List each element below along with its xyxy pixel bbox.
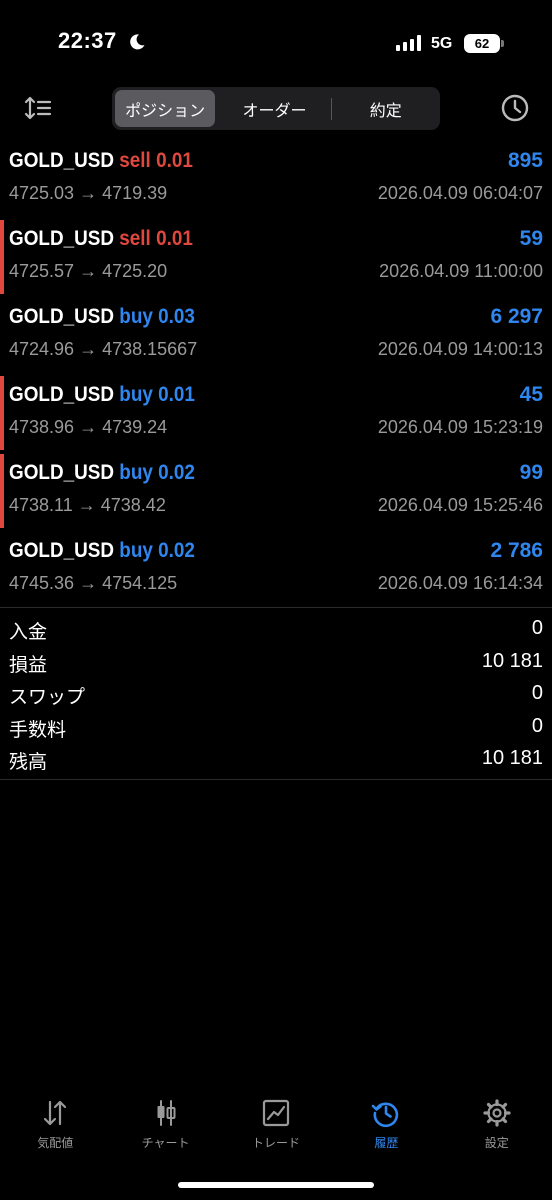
deal-symbol: GOLD_USD buy 0.01 — [9, 383, 195, 406]
tab-positions[interactable]: ポジション — [115, 90, 216, 127]
deal-volume: 0.01 — [158, 383, 195, 406]
summary-row-profit: 損益 10 181 — [0, 647, 552, 680]
summary-value: 0 — [531, 714, 543, 737]
history-icon — [372, 1102, 399, 1128]
deal-prices: 4738.96 → 4739.24 — [9, 417, 168, 437]
status-time: 22:37 — [58, 28, 117, 53]
chart-candles-icon — [157, 1100, 176, 1126]
signal-icon — [396, 35, 421, 51]
trade-icon — [262, 1099, 290, 1127]
nav-label: 履歴 — [374, 1136, 399, 1150]
deal-side: buy — [119, 539, 153, 562]
deal-row[interactable]: GOLD_USD buy 0.02 99 4738.11 → 4738.42 2… — [0, 452, 552, 530]
summary-row-commission: 手数料 0 — [0, 712, 552, 745]
deal-volume: 0.02 — [158, 539, 195, 562]
deal-time: 2026.04.09 06:04:07 — [377, 183, 543, 203]
summary-panel: 入金 0 損益 10 181 スワップ 0 手数料 0 残高 10 181 — [0, 614, 552, 777]
summary-label: 入金 — [9, 621, 48, 643]
deal-volume: 0.01 — [156, 149, 193, 172]
summary-row-swap: スワップ 0 — [0, 679, 552, 712]
deal-profit: 6 297 — [490, 305, 543, 328]
quotes-icon — [44, 1100, 67, 1126]
deal-symbol: GOLD_USD buy 0.03 — [9, 305, 195, 328]
network-label: 5G — [431, 35, 453, 52]
settings-icon — [483, 1099, 511, 1127]
deal-list: GOLD_USD sell 0.01 895 4725.03 → 4719.39… — [0, 140, 552, 608]
summary-value: 10 181 — [481, 747, 543, 769]
summary-label: 残高 — [9, 751, 48, 773]
summary-value: 0 — [531, 617, 543, 639]
deal-profit: 2 786 — [490, 539, 543, 562]
deal-marker — [0, 220, 4, 294]
nav-history[interactable]: 履歴 — [331, 1090, 441, 1160]
deal-row[interactable]: GOLD_USD sell 0.01 895 4725.03 → 4719.39… — [0, 140, 552, 218]
nav-settings[interactable]: 設定 — [442, 1090, 552, 1160]
deal-prices: 4745.36 → 4754.125 — [9, 573, 178, 593]
deal-time: 2026.04.09 14:00:13 — [377, 339, 543, 359]
summary-label: 手数料 — [9, 718, 67, 741]
deal-prices: 4724.96 → 4738.15667 — [9, 339, 198, 359]
summary-label: 損益 — [9, 653, 48, 676]
period-clock-icon[interactable] — [500, 93, 530, 123]
deal-symbol: GOLD_USD sell 0.01 — [9, 227, 193, 250]
deal-row[interactable]: GOLD_USD buy 0.03 6 297 4724.96 → 4738.1… — [0, 296, 552, 374]
deal-profit: 45 — [519, 383, 543, 406]
deal-marker — [0, 376, 4, 450]
nav-label: トレード — [251, 1136, 300, 1150]
deal-prices: 4738.11 → 4738.42 — [9, 495, 166, 515]
summary-row-balance: 残高 10 181 — [0, 744, 552, 777]
home-indicator — [178, 1182, 374, 1188]
summary-label: スワップ — [9, 686, 86, 708]
nav-label: 気配値 — [37, 1136, 74, 1150]
nav-quotes[interactable]: 気配値 — [0, 1090, 110, 1160]
deal-profit: 59 — [519, 227, 543, 250]
nav-label: チャート — [141, 1136, 190, 1150]
deal-time: 2026.04.09 15:23:19 — [377, 417, 543, 437]
nav-chart[interactable]: チャート — [110, 1090, 220, 1160]
summary-divider-bottom — [0, 779, 552, 780]
deal-side: buy — [119, 383, 153, 406]
deal-row[interactable]: GOLD_USD buy 0.01 45 4738.96 → 4739.24 2… — [0, 374, 552, 452]
deal-symbol: GOLD_USD sell 0.01 — [9, 149, 193, 172]
deal-row[interactable]: GOLD_USD buy 0.02 2 786 4745.36 → 4754.1… — [0, 530, 552, 608]
tab-deals[interactable]: 約定 — [335, 90, 437, 127]
deal-marker — [0, 454, 4, 528]
deal-prices: 4725.03 → 4719.39 — [9, 183, 168, 203]
tab-divider — [330, 97, 332, 120]
bottom-nav: 気配値 チャート トレード 履歴 設定 — [0, 1090, 552, 1160]
deal-side: sell — [119, 149, 151, 172]
deal-row[interactable]: GOLD_USD sell 0.01 59 4725.57 → 4725.20 … — [0, 218, 552, 296]
deal-profit: 895 — [507, 149, 543, 172]
deal-volume: 0.02 — [158, 461, 195, 484]
moon-icon — [130, 34, 145, 50]
summary-value: 0 — [531, 682, 543, 704]
deal-symbol: GOLD_USD buy 0.02 — [9, 539, 195, 562]
status-bar: 22:37 5G 62 — [0, 0, 552, 80]
deal-side: sell — [119, 227, 151, 250]
nav-label: 設定 — [484, 1136, 509, 1150]
summary-row-deposit: 入金 0 — [0, 614, 552, 647]
sort-icon[interactable] — [24, 94, 52, 122]
deal-time: 2026.04.09 16:14:34 — [377, 573, 543, 593]
tab-segmented-control: ポジション オーダー 約定 — [112, 87, 440, 130]
deal-time: 2026.04.09 15:25:46 — [377, 495, 543, 515]
nav-trade[interactable]: トレード — [221, 1090, 331, 1160]
deal-symbol: GOLD_USD buy 0.02 — [9, 461, 195, 484]
deal-side: buy — [119, 305, 153, 328]
battery-tip — [501, 40, 504, 47]
tab-orders[interactable]: オーダー — [221, 90, 327, 127]
summary-value: 10 181 — [481, 649, 543, 672]
deal-profit: 99 — [519, 461, 543, 484]
deal-time: 2026.04.09 11:00:00 — [379, 261, 543, 281]
battery-icon: 62 — [464, 34, 500, 53]
deal-side: buy — [119, 461, 153, 484]
summary-divider-top — [0, 607, 552, 608]
deal-volume: 0.01 — [156, 227, 193, 250]
deal-volume: 0.03 — [158, 305, 195, 328]
deal-prices: 4725.57 → 4725.20 — [9, 261, 168, 281]
